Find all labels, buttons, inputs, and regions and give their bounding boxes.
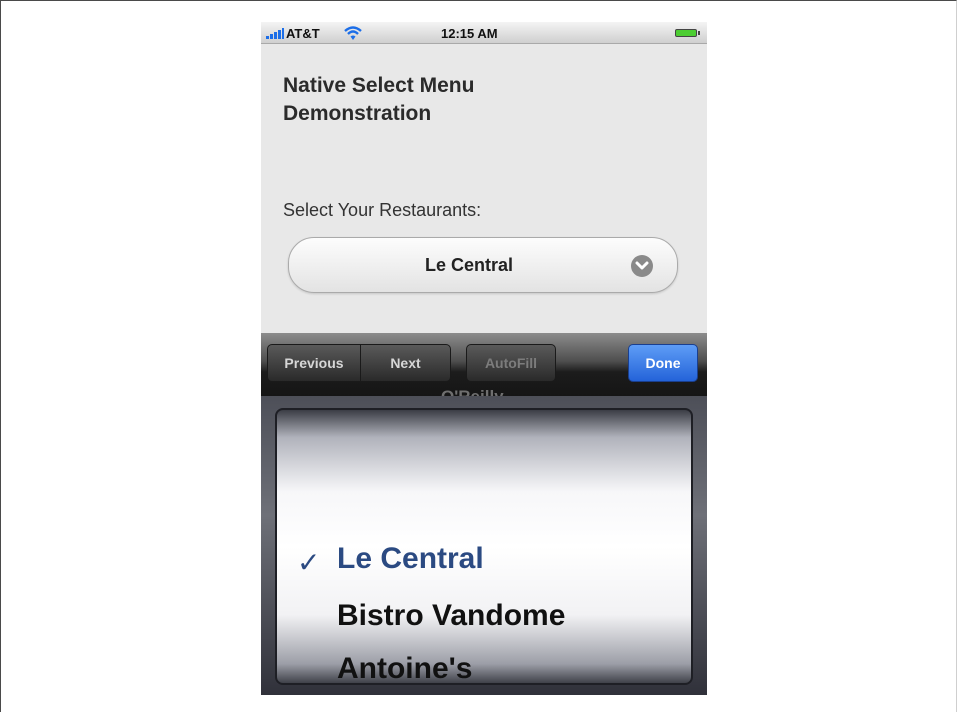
restaurant-select[interactable]: Le Central <box>288 237 678 293</box>
picker-option[interactable]: Antoine's <box>337 652 472 683</box>
picker-option-selected[interactable]: Le Central <box>337 542 484 576</box>
signal-strength-icon <box>266 28 284 39</box>
next-button[interactable]: Next <box>360 344 451 382</box>
select-label: Select Your Restaurants: <box>283 200 482 220</box>
picker-wheel[interactable]: ✓ Le Central Bistro Vandome Antoine's <box>275 408 693 685</box>
autofill-button[interactable]: AutoFill <box>466 344 556 382</box>
phone-screen: AT&T 12:15 AM Native Select Menu Demonst… <box>261 22 707 695</box>
carrier-name: AT&T <box>286 26 320 41</box>
status-time: 12:15 AM <box>441 26 498 41</box>
chevron-down-icon <box>631 255 653 277</box>
done-button[interactable]: Done <box>628 344 698 382</box>
select-picker[interactable]: ✓ Le Central Bistro Vandome Antoine's <box>261 396 707 695</box>
page-title: Native Select Menu Demonstration <box>283 74 475 125</box>
select-value: Le Central <box>424 255 514 275</box>
previous-button[interactable]: Previous <box>267 344 361 382</box>
status-bar: AT&T 12:15 AM <box>261 22 707 44</box>
checkmark-icon: ✓ <box>297 547 321 578</box>
picker-option[interactable]: Bistro Vandome <box>337 599 565 633</box>
battery-icon <box>675 29 700 37</box>
wifi-icon <box>344 26 362 40</box>
